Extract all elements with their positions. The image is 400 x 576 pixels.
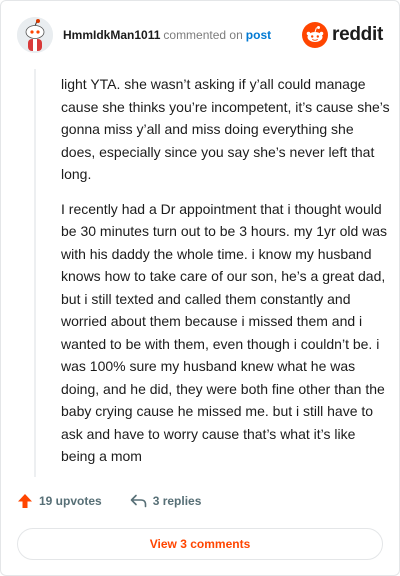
post-link[interactable]: post (246, 28, 271, 42)
view-comments-button[interactable]: View 3 comments (17, 528, 383, 560)
brand-name: reddit (332, 24, 383, 45)
reply-arrow-icon (130, 494, 147, 508)
comment-paragraph: light YTA. she wasn’t asking if y’all co… (61, 76, 390, 182)
username[interactable]: HmmIdkMan1011 (63, 28, 160, 42)
reddit-logo-icon (302, 22, 329, 48)
comment-paragraph: I recently had a Dr appointment that i t… (61, 200, 388, 465)
reddit-logo[interactable]: reddit (302, 22, 383, 48)
upvote-arrow-icon (18, 494, 32, 508)
upvote-count: 19 upvotes (39, 494, 102, 508)
upvote-button[interactable]: 19 upvotes (17, 493, 102, 509)
comment-header: HmmIdkMan1011 commented on post reddit (17, 15, 383, 55)
byline: HmmIdkMan1011 commented on post (63, 28, 271, 42)
snoo-avatar-icon (17, 17, 53, 53)
comment-card: HmmIdkMan1011 commented on post reddit lig… (0, 0, 400, 576)
comment-actions: 19 upvotes 3 replies (17, 493, 201, 509)
avatar[interactable] (17, 17, 53, 53)
thread-line (34, 69, 36, 477)
reply-button[interactable]: 3 replies (130, 494, 202, 508)
action-text: commented on (163, 28, 243, 42)
reply-count: 3 replies (152, 494, 202, 508)
comment-body: light YTA. she wasn’t asking if y’all co… (61, 73, 391, 480)
